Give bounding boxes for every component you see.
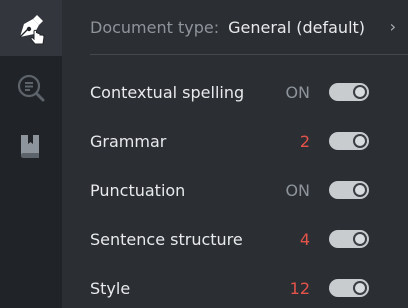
divider: [90, 54, 408, 55]
sentence-structure-toggle[interactable]: [329, 230, 369, 248]
sidebar-item-dictionary[interactable]: [0, 118, 62, 174]
setting-label: Contextual spelling: [90, 82, 245, 102]
punctuation-toggle[interactable]: [329, 181, 369, 199]
setting-label: Grammar: [90, 131, 167, 151]
sidebar: [0, 0, 62, 308]
toggle-knob: [353, 183, 367, 197]
setting-row-punctuation: Punctuation ON: [62, 170, 408, 210]
grammar-toggle[interactable]: [329, 132, 369, 150]
toggle-knob: [353, 232, 367, 246]
setting-label: Sentence structure: [90, 229, 243, 249]
document-type-label: Document type:: [90, 17, 220, 37]
chevron-right-icon: ›: [389, 17, 396, 36]
search-document-icon: [17, 74, 45, 102]
contextual-spelling-toggle[interactable]: [329, 83, 369, 101]
setting-status: ON: [285, 82, 310, 102]
toggle-knob: [353, 134, 367, 148]
style-toggle[interactable]: [329, 279, 369, 297]
setting-status: ON: [285, 180, 310, 200]
bookmark-book-icon: [21, 135, 39, 158]
setting-row-sentence-structure: Sentence structure 4: [62, 219, 408, 259]
issue-count: 2: [299, 131, 310, 151]
toggle-knob: [353, 281, 367, 295]
setting-row-contextual-spelling: Contextual spelling ON: [62, 72, 408, 112]
setting-row-style: Style 12: [62, 268, 408, 308]
setting-label: Punctuation: [90, 180, 186, 200]
pen-nib-icon: [19, 15, 45, 45]
settings-panel: Document type: General (default) › Conte…: [62, 0, 408, 308]
document-type-value: General (default): [228, 17, 366, 37]
setting-label: Style: [90, 278, 131, 298]
document-type-selector[interactable]: Document type: General (default) ›: [62, 0, 408, 54]
issue-count: 12: [289, 278, 310, 298]
issue-count: 4: [299, 229, 310, 249]
sidebar-item-writing[interactable]: [0, 0, 62, 56]
sidebar-item-review[interactable]: [0, 60, 62, 116]
toggle-knob: [353, 85, 367, 99]
setting-row-grammar: Grammar 2: [62, 121, 408, 161]
